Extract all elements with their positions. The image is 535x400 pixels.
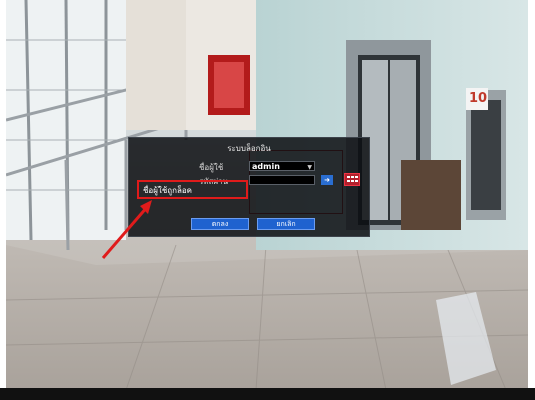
username-select[interactable]: admin ▼ <box>249 161 315 171</box>
username-value: admin <box>252 162 280 171</box>
chevron-down-icon: ▼ <box>307 164 312 171</box>
error-highlight-box <box>137 180 248 199</box>
dialog-title: ระบบล็อกอิน <box>227 144 271 153</box>
keyboard-icon[interactable] <box>344 173 360 186</box>
password-input[interactable] <box>249 175 315 185</box>
cancel-button[interactable]: ยกเลิก <box>257 218 315 230</box>
screen-bezel <box>0 388 535 400</box>
username-label: ชื่อผู้ใช้ <box>199 163 224 172</box>
arrow-right-icon[interactable]: ➜ <box>321 175 333 185</box>
ok-button[interactable]: ตกลง <box>191 218 249 230</box>
elevator-floor-number: 10 <box>469 91 488 106</box>
